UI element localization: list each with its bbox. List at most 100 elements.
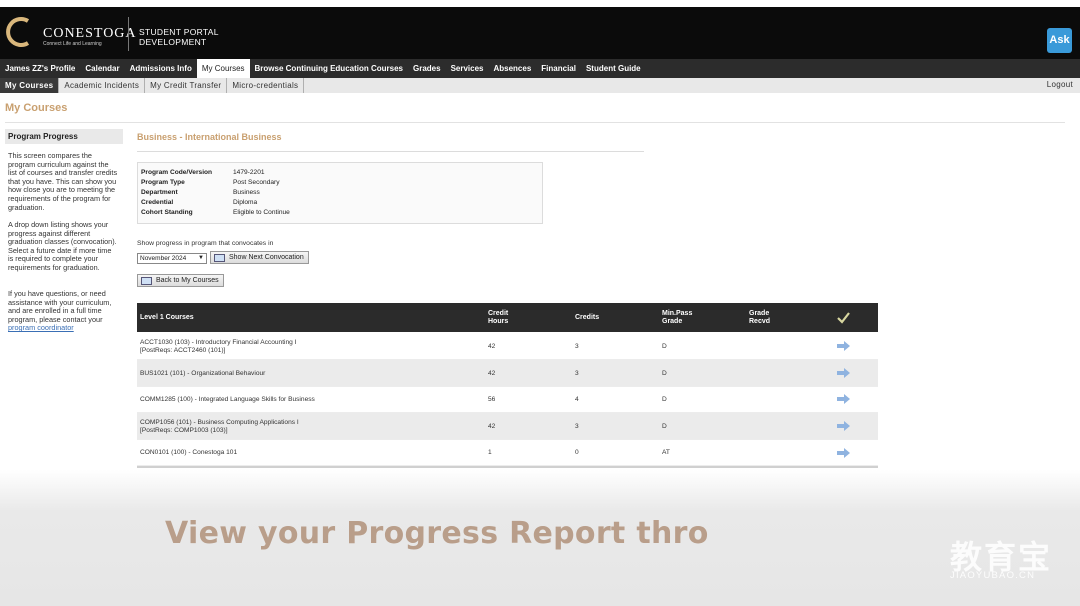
subnav-item-academic-incidents[interactable]: Academic Incidents — [59, 78, 146, 93]
program-coordinator-link[interactable]: program coordinator — [8, 323, 74, 333]
sidebar-heading: Program Progress — [5, 129, 123, 144]
detail-label: Credential — [141, 199, 174, 206]
checkmark-icon — [837, 312, 850, 324]
nav-item-absences[interactable]: Absences — [488, 59, 536, 78]
logout-link[interactable]: Logout — [1047, 78, 1073, 91]
header-min-pass-line1: Min.Pass — [662, 310, 693, 317]
course-name: BUS1021 (101) - Organizational Behaviour — [140, 370, 266, 377]
course-name: CON0101 (100) - Conestoga 101 — [140, 449, 238, 456]
table-bottom-border — [137, 466, 878, 468]
header-credit-hours-line2: Hours — [488, 318, 509, 325]
convocation-select[interactable]: November 2024 ▼ — [137, 253, 207, 264]
arrow-right-icon[interactable] — [837, 421, 850, 431]
table-row: COMP1056 (101) - Business Computing Appl… — [137, 413, 878, 440]
chevron-down-icon: ▼ — [198, 255, 204, 261]
course-name: COMP1056 (101) - Business Computing Appl… — [140, 419, 299, 426]
header-grade-received-line1: Grade — [749, 310, 770, 317]
credit-hours-cell: 56 — [488, 396, 496, 403]
min-pass-cell: D — [662, 423, 667, 430]
arrow-right-icon[interactable] — [837, 341, 850, 351]
screen-icon — [141, 277, 152, 285]
ask-button[interactable]: Ask — [1047, 28, 1072, 53]
nav-item-calendar[interactable]: Calendar — [80, 59, 124, 78]
sidebar-text-3-body: If you have questions, or need assistanc… — [8, 289, 112, 324]
detail-label: Program Type — [141, 179, 185, 186]
sidebar-text-2: A drop down listing shows your progress … — [8, 220, 117, 272]
detail-label: Cohort Standing — [141, 209, 193, 216]
course-cell: ACCT1030 (103) - Introductory Financial … — [140, 339, 297, 355]
detail-value: Post Secondary — [233, 179, 280, 186]
arrow-right-icon[interactable] — [837, 368, 850, 378]
course-name: ACCT1030 (103) - Introductory Financial … — [140, 339, 297, 346]
detail-label: Program Code/Version — [141, 169, 213, 176]
page-divider — [5, 122, 1065, 123]
program-divider — [137, 151, 644, 152]
main-nav: James ZZ's Profile Calendar Admissions I… — [0, 59, 1080, 78]
nav-item-my-courses[interactable]: My Courses — [196, 59, 250, 78]
credit-hours-cell: 42 — [488, 370, 496, 377]
conestoga-logo-icon — [6, 17, 30, 47]
arrow-right-icon[interactable] — [837, 448, 850, 458]
min-pass-cell: AT — [662, 449, 670, 456]
course-cell: COMP1056 (101) - Business Computing Appl… — [140, 419, 299, 435]
course-cell: COMM1285 (100) - Integrated Language Ski… — [140, 396, 315, 404]
credit-hours-cell: 42 — [488, 343, 496, 350]
min-pass-cell: D — [662, 343, 667, 350]
course-name: COMM1285 (100) - Integrated Language Ski… — [140, 396, 315, 403]
header-credit-hours: Credit Hours — [488, 310, 508, 326]
watermark-url: JIAOYUBAO.CN — [950, 570, 1036, 581]
program-details: Program Code/Version 1479-2201 Program T… — [137, 162, 543, 224]
credits-cell: 3 — [575, 423, 579, 430]
header-min-pass: Min.Pass Grade — [662, 310, 692, 326]
show-next-convocation-button[interactable]: Show Next Convocation — [210, 251, 309, 264]
portal-title-line1: STUDENT PORTAL — [139, 27, 219, 37]
detail-label: Department — [141, 189, 178, 196]
arrow-right-icon[interactable] — [837, 394, 850, 404]
detail-value: Eligible to Continue — [233, 209, 290, 216]
top-border — [0, 0, 1080, 7]
subnav-item-micro-credentials[interactable]: Micro-credentials — [227, 78, 305, 93]
nav-item-profile[interactable]: James ZZ's Profile — [0, 59, 80, 78]
course-cell: BUS1021 (101) - Organizational Behaviour — [140, 370, 265, 378]
credits-cell: 4 — [575, 396, 579, 403]
nav-item-browse-ce[interactable]: Browse Continuing Education Courses — [250, 59, 408, 78]
program-title: Business - International Business — [137, 132, 282, 142]
portal-title: STUDENT PORTAL DEVELOPMENT — [139, 27, 219, 47]
header-credit-hours-line1: Credit — [488, 310, 509, 317]
video-caption: View your Progress Report thro — [165, 516, 709, 551]
nav-item-financial[interactable]: Financial — [536, 59, 581, 78]
back-to-my-courses-label: Back to My Courses — [156, 277, 219, 284]
nav-item-admissions[interactable]: Admissions Info — [125, 59, 197, 78]
detail-value: Diploma — [233, 199, 258, 206]
table-row: COMM1285 (100) - Integrated Language Ski… — [137, 387, 878, 413]
course-postreq: [PostReqs: ACCT2460 (101)] — [140, 347, 226, 354]
subnav-item-credit-transfer[interactable]: My Credit Transfer — [145, 78, 228, 93]
header-min-pass-line2: Grade — [662, 318, 683, 325]
table-row: CON0101 (100) - Conestoga 101 1 0 AT — [137, 440, 878, 466]
convocation-selected-value: November 2024 — [140, 255, 187, 262]
credits-cell: 0 — [575, 449, 579, 456]
screen-icon — [214, 254, 225, 262]
back-to-my-courses-button[interactable]: Back to My Courses — [137, 274, 224, 287]
show-next-convocation-label: Show Next Convocation — [229, 254, 304, 261]
table-row: BUS1021 (101) - Organizational Behaviour… — [137, 360, 878, 387]
detail-value: 1479-2201 — [233, 169, 265, 176]
detail-value: Business — [233, 189, 260, 196]
sidebar-text-1: This screen compares the program curricu… — [8, 151, 118, 212]
courses-table-header: Level 1 Courses Credit Hours Credits Min… — [137, 303, 878, 332]
subnav-item-my-courses[interactable]: My Courses — [0, 78, 60, 93]
site-header: CONESTOGA Connect Life and Learning STUD… — [0, 7, 1080, 59]
sidebar-text-3: If you have questions, or need assistanc… — [8, 289, 118, 333]
credit-hours-cell: 1 — [488, 449, 492, 456]
nav-item-services[interactable]: Services — [446, 59, 489, 78]
table-row: ACCT1030 (103) - Introductory Financial … — [137, 332, 878, 360]
nav-item-student-guide[interactable]: Student Guide — [581, 59, 646, 78]
course-cell: CON0101 (100) - Conestoga 101 — [140, 449, 237, 457]
min-pass-cell: D — [662, 370, 667, 377]
credit-hours-cell: 42 — [488, 423, 496, 430]
header-grade-received-line2: Recvd — [749, 318, 771, 325]
nav-item-grades[interactable]: Grades — [408, 59, 446, 78]
header-credits: Credits — [575, 314, 600, 321]
min-pass-cell: D — [662, 396, 667, 403]
credits-cell: 3 — [575, 370, 579, 377]
